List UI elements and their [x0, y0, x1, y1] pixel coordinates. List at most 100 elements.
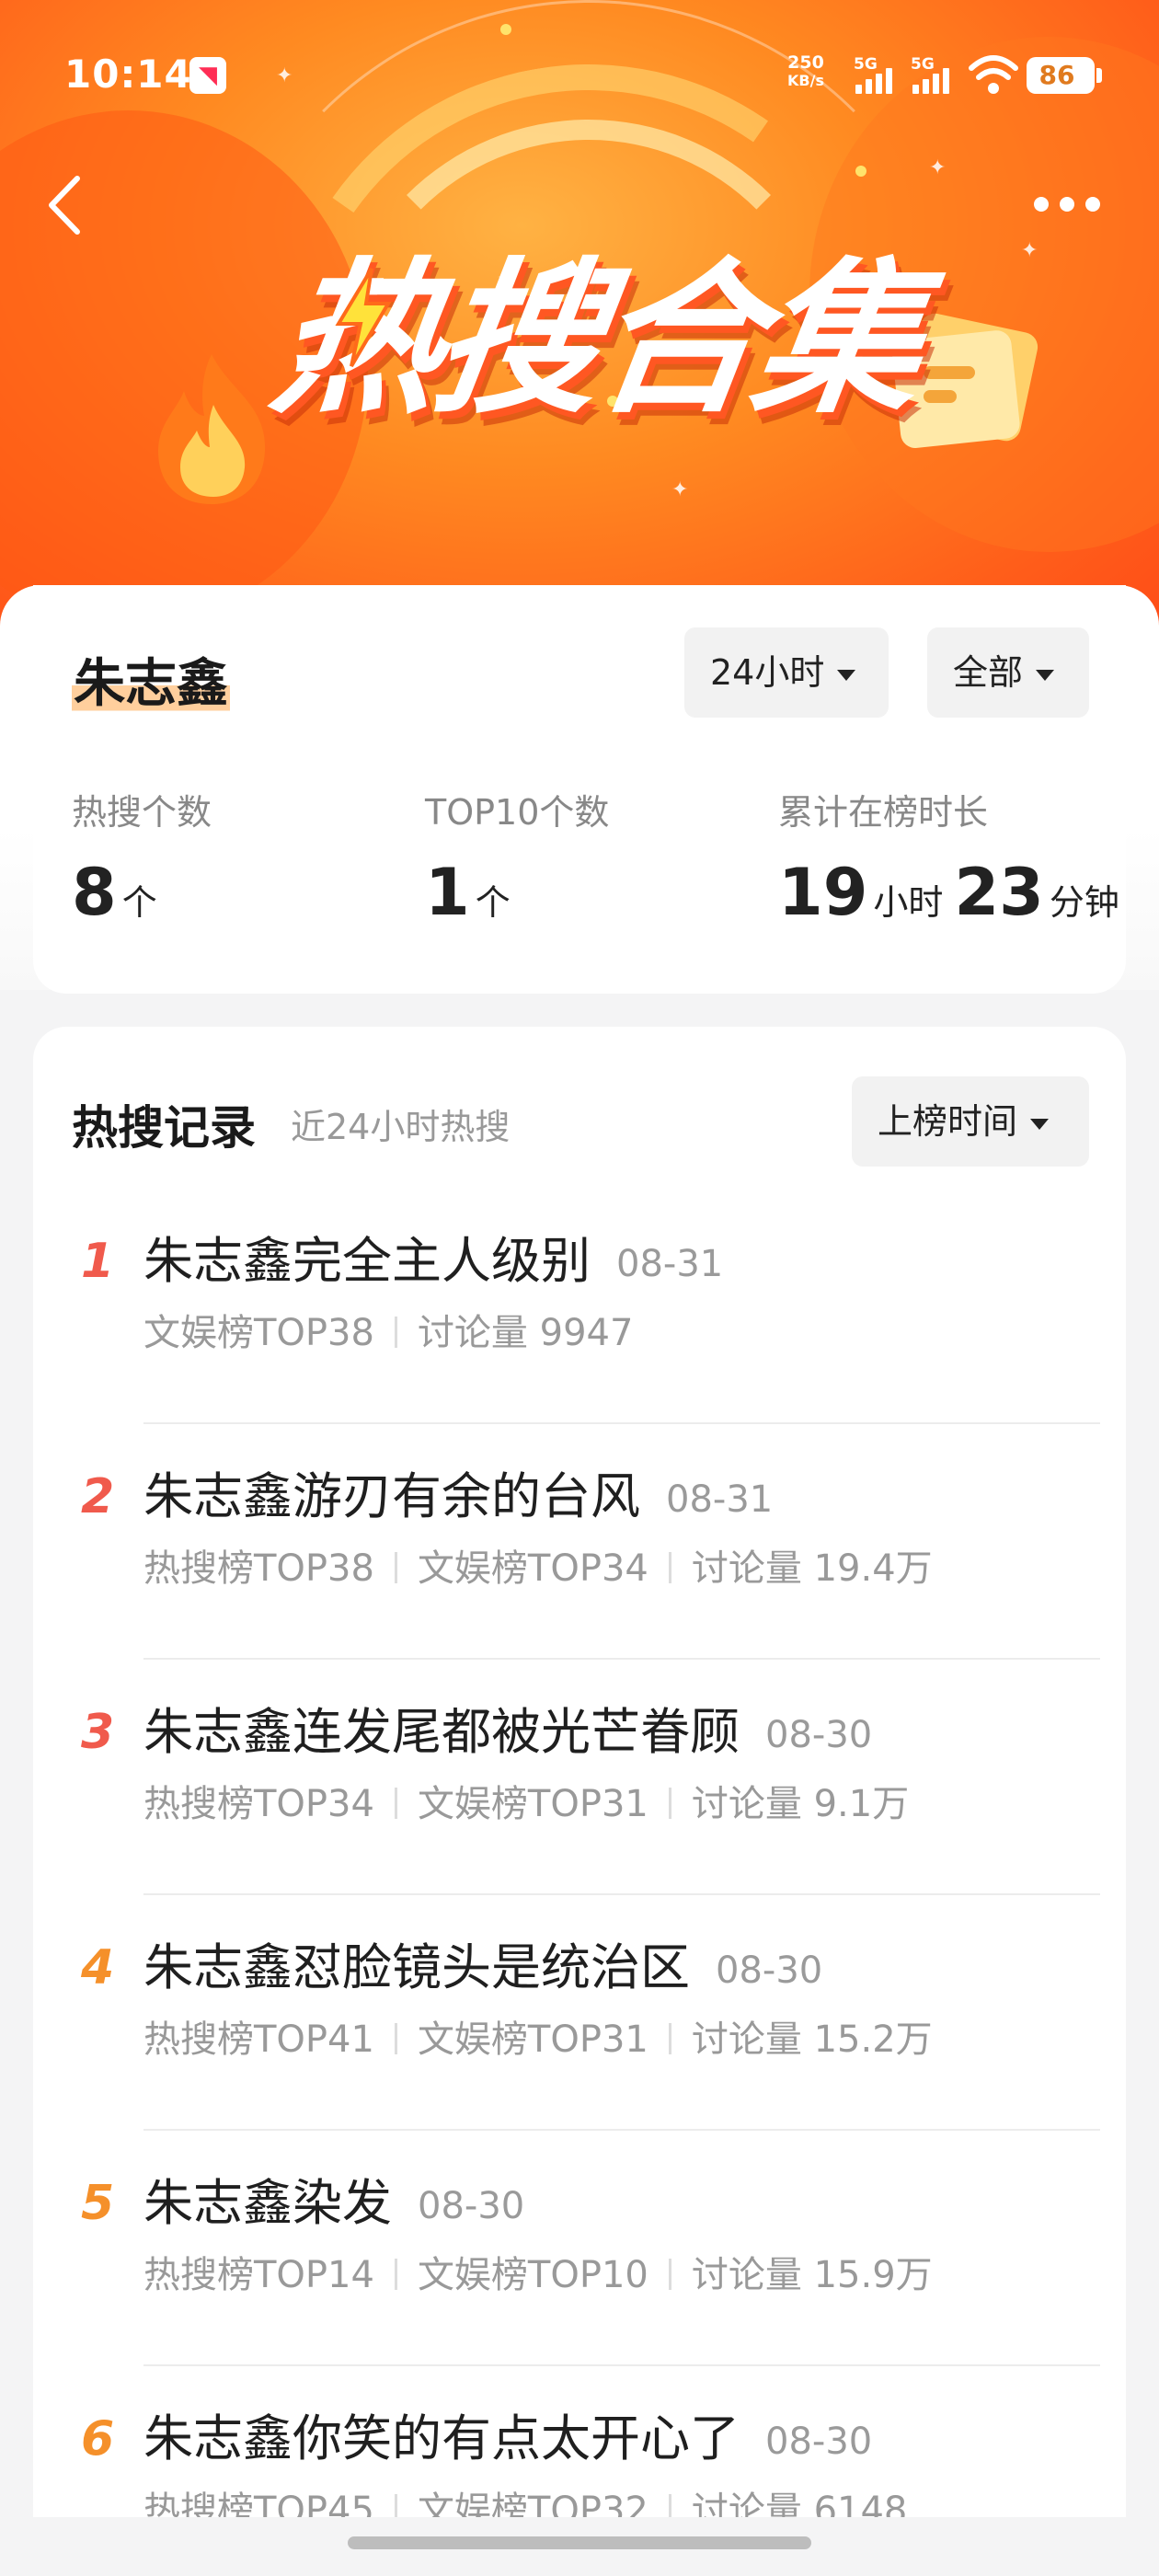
stat-value-count: 8个 — [72, 856, 168, 939]
record-date: 08-30 — [418, 2185, 525, 2228]
meta-separator — [394, 1788, 397, 1819]
list-item[interactable]: 5 朱志鑫染发 08-30 热搜榜TOP14 文娱榜TOP10 讨论量 15.9万 — [0, 2173, 1159, 2409]
stat-value-duration: 19 小时 23 分钟 — [778, 856, 1119, 939]
stat-number: 19 — [778, 855, 868, 930]
lightning-icon — [335, 267, 392, 368]
record-meta-item: 讨论量 15.9万 — [691, 2254, 933, 2296]
stat-number: 8 — [72, 855, 117, 930]
record-title: 朱志鑫游刃有余的台风 — [143, 1467, 640, 1525]
caret-down-icon — [1036, 669, 1055, 681]
record-title: 朱志鑫你笑的有点太开心了 — [143, 2409, 740, 2467]
record-meta-item: 热搜榜TOP38 — [143, 1547, 374, 1590]
record-title: 朱志鑫连发尾都被光芒眷顾 — [143, 1703, 740, 1761]
meta-separator — [394, 1552, 397, 1583]
rank-number: 6 — [81, 2411, 115, 2467]
signal-icon: 5G — [854, 55, 909, 96]
sparkle-icon: ✦ — [929, 156, 947, 179]
sort-label: 上榜时间 — [878, 1101, 1018, 1142]
category-filter-dropdown[interactable]: 全部 — [927, 627, 1089, 718]
record-date: 08-31 — [666, 1478, 774, 1522]
record-meta-item: 讨论量 9947 — [417, 1312, 634, 1354]
person-name: 朱志鑫 — [72, 642, 230, 717]
wifi-icon — [969, 55, 1018, 94]
stat-number: 23 — [954, 855, 1044, 930]
record-meta-item: 讨论量 15.2万 — [691, 2018, 933, 2061]
meta-separator — [394, 2259, 397, 2290]
list-item[interactable]: 3 朱志鑫连发尾都被光芒眷顾 08-30 热搜榜TOP34 文娱榜TOP31 讨论量 9.… — [0, 1702, 1159, 1938]
divider — [143, 2129, 1100, 2131]
record-title-line: 朱志鑫染发 08-30 — [143, 2173, 524, 2237]
list-item[interactable]: 1 朱志鑫完全主人级别 08-31 文娱榜TOP38 讨论量 9947 — [0, 1231, 1159, 1466]
records-subtitle: 近24小时热搜 — [291, 1107, 511, 1147]
divider — [143, 2364, 1100, 2366]
net-speed-unit: KB/s — [787, 72, 824, 89]
divider — [143, 1893, 1100, 1895]
more-dots-icon — [1060, 197, 1074, 212]
record-title: 朱志鑫完全主人级别 — [143, 1232, 591, 1290]
meta-separator — [668, 1552, 671, 1583]
record-meta-item: 热搜榜TOP41 — [143, 2018, 374, 2061]
record-meta-item: 文娱榜TOP31 — [417, 2018, 648, 2061]
record-meta: 热搜榜TOP41 文娱榜TOP31 讨论量 15.2万 — [143, 2017, 933, 2063]
rank-number: 3 — [81, 1705, 115, 1760]
app-notification-icon: ◥ — [189, 57, 226, 94]
divider — [143, 1658, 1100, 1660]
home-indicator[interactable] — [348, 2536, 811, 2549]
rank-number: 4 — [81, 1940, 115, 1995]
record-meta: 文娱榜TOP38 讨论量 9947 — [143, 1310, 633, 1356]
stat-unit: 小时 — [873, 882, 944, 923]
network-speed: 250 KB/s — [787, 53, 824, 90]
stat-label-count: 热搜个数 — [72, 792, 212, 833]
flame-icon — [158, 354, 266, 504]
net-speed-value: 250 — [787, 52, 824, 73]
record-meta-item: 讨论量 9.1万 — [691, 1783, 910, 1825]
meta-separator — [394, 1317, 397, 1348]
record-meta-item: 文娱榜TOP10 — [417, 2254, 648, 2296]
record-title-line: 朱志鑫连发尾都被光芒眷顾 08-30 — [143, 1702, 872, 1765]
record-meta-item: 热搜榜TOP34 — [143, 1783, 374, 1825]
record-title: 朱志鑫怼脸镜头是统治区 — [143, 1938, 690, 1996]
caret-down-icon — [837, 669, 856, 681]
status-time: 10:14 — [64, 52, 192, 97]
record-meta-item: 文娱榜TOP31 — [417, 1783, 648, 1825]
back-button[interactable] — [42, 173, 88, 237]
stat-label-duration: 累计在榜时长 — [778, 792, 989, 833]
more-dots-icon — [1085, 197, 1100, 212]
record-date: 08-31 — [616, 1243, 724, 1286]
record-date: 08-30 — [765, 1714, 873, 1757]
record-meta: 热搜榜TOP34 文娱榜TOP31 讨论量 9.1万 — [143, 1781, 909, 1827]
record-title-line: 朱志鑫你笑的有点太开心了 08-30 — [143, 2409, 872, 2472]
record-meta-item: 热搜榜TOP14 — [143, 2254, 374, 2296]
category-filter-label: 全部 — [953, 652, 1024, 693]
caret-down-icon — [1030, 1118, 1050, 1130]
banner-dot — [855, 166, 866, 177]
stat-unit: 分钟 — [1049, 882, 1119, 923]
stat-value-top10: 1个 — [425, 856, 522, 939]
record-meta-item: 讨论量 19.4万 — [691, 1547, 933, 1590]
sparkle-icon: ✦ — [1021, 239, 1039, 262]
sparkle-icon: ✦ — [671, 478, 689, 501]
record-title: 朱志鑫染发 — [143, 2174, 392, 2232]
time-filter-dropdown[interactable]: 24小时 — [684, 627, 889, 718]
stat-unit: 个 — [475, 882, 511, 923]
list-item[interactable]: 2 朱志鑫游刃有余的台风 08-31 热搜榜TOP38 文娱榜TOP34 讨论量 19.4… — [0, 1466, 1159, 1702]
time-filter-label: 24小时 — [710, 652, 825, 693]
record-meta-item: 文娱榜TOP38 — [143, 1312, 374, 1354]
rank-number: 5 — [81, 2176, 115, 2231]
record-meta-item: 文娱榜TOP34 — [417, 1547, 648, 1590]
status-bar: 10:14 ◥ 250 KB/s 5G 5G 86 — [0, 0, 1159, 101]
meta-separator — [394, 2023, 397, 2054]
signal-icon: 5G — [911, 55, 966, 96]
stat-unit: 个 — [121, 882, 157, 923]
list-item[interactable]: 4 朱志鑫怼脸镜头是统治区 08-30 热搜榜TOP41 文娱榜TOP31 讨论量 15.… — [0, 1938, 1159, 2173]
more-dots-icon — [1034, 197, 1049, 212]
record-date: 08-30 — [716, 1949, 823, 1993]
record-meta: 热搜榜TOP38 文娱榜TOP34 讨论量 19.4万 — [143, 1546, 933, 1592]
meta-separator — [668, 2259, 671, 2290]
more-button[interactable] — [1034, 193, 1107, 215]
sort-dropdown[interactable]: 上榜时间 — [852, 1076, 1089, 1167]
record-title-line: 朱志鑫怼脸镜头是统治区 08-30 — [143, 1938, 822, 2001]
record-date: 08-30 — [765, 2421, 873, 2464]
divider — [143, 1422, 1100, 1424]
rank-number: 2 — [81, 1469, 115, 1524]
